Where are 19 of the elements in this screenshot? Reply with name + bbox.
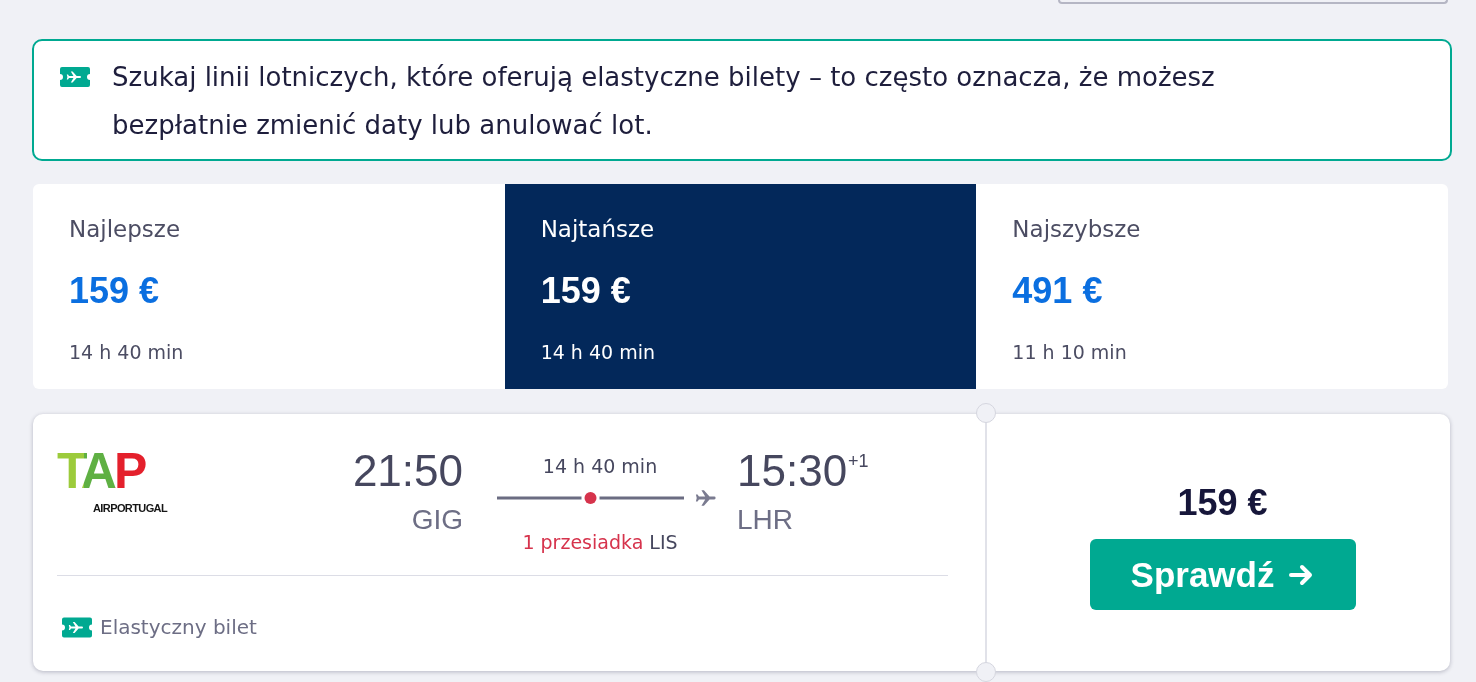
flight-duration: 14 h 40 min [541, 454, 659, 478]
arrival-airport: LHR [737, 503, 793, 537]
sort-tab[interactable]: Najszybsze 491 € 11 h 10 min [976, 184, 1448, 389]
dropdown-field[interactable] [1058, 0, 1448, 4]
departure-airport: GIG [411, 503, 463, 537]
stops-count: 1 przesiadka [522, 531, 644, 553]
day-offset: +1 [848, 450, 869, 472]
banner-text: Szukaj linii lotniczych, które oferują elastyczne bilety – to często oznacza, że możesz bezpłatnie zmienić daty lub anulować lot. [112, 61, 1216, 142]
stop-marker-icon [584, 492, 597, 504]
feature-label: Elastyczny bilet [100, 614, 257, 641]
sort-tab[interactable]: Najtańsze 159 € 14 h 40 min [504, 184, 977, 389]
arrow-right-icon [1288, 562, 1315, 587]
departure-time: 21:50 [352, 446, 463, 496]
ticket-icon [62, 616, 92, 638]
stopover-airport: LIS [649, 531, 678, 553]
arrival-time: 15:30 [737, 446, 848, 496]
ticket-icon [60, 67, 90, 87]
ticket-price: 159 € [1177, 481, 1268, 525]
sort-tab[interactable]: Najlepsze 159 € 14 h 40 min [33, 184, 505, 389]
